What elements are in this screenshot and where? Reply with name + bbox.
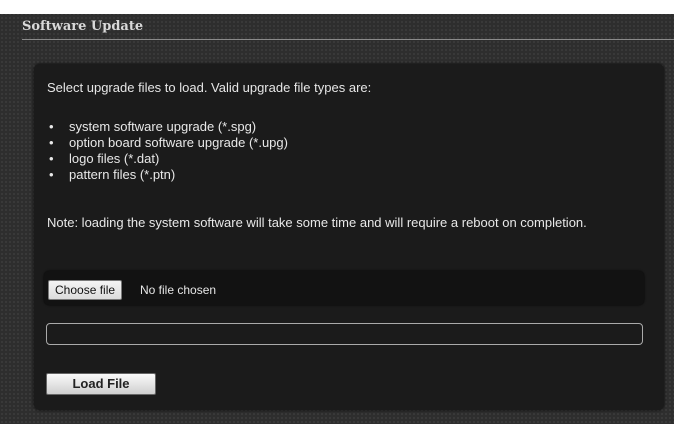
list-item: system software upgrade (*.spg) [47,119,288,135]
file-status: No file chosen [140,283,217,297]
list-item: option board software upgrade (*.upg) [47,135,288,151]
choose-file-button[interactable]: Choose file [48,280,123,300]
upload-progress-bar [46,323,643,345]
top-strip [0,0,674,14]
load-file-button[interactable]: Load File [46,373,156,395]
list-item: pattern files (*.ptn) [47,167,288,183]
note-text: Note: loading the system software will t… [47,215,587,230]
upload-panel: Select upgrade files to load. Valid upgr… [34,64,664,410]
file-input-row: Choose file No file chosen [44,271,644,305]
page-title: Software Update [22,19,144,34]
intro-text: Select upgrade files to load. Valid upgr… [47,80,372,95]
section-header: Software Update [22,14,674,40]
list-item: logo files (*.dat) [47,151,288,167]
file-type-list: system software upgrade (*.spg) option b… [47,119,288,183]
